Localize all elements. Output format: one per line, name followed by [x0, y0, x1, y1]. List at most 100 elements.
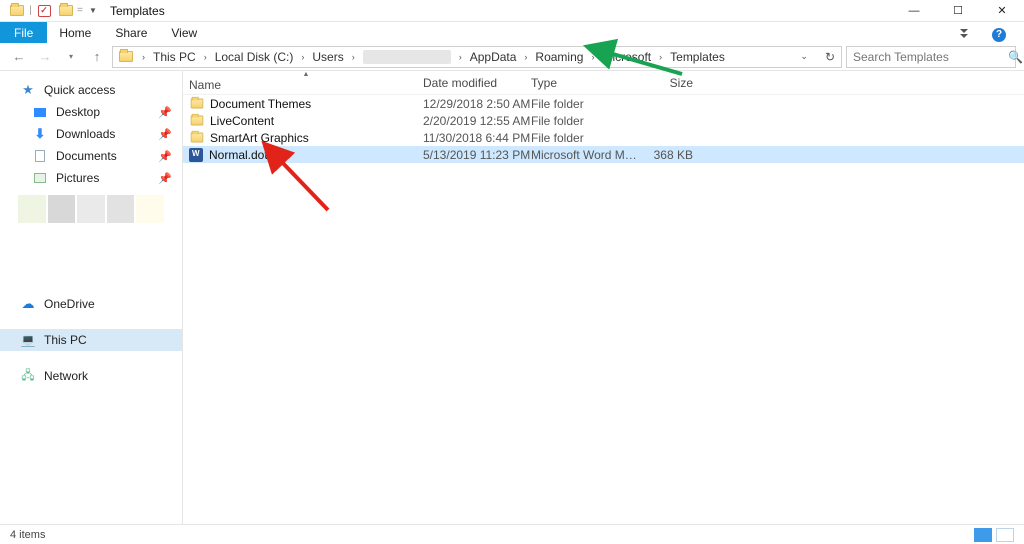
star-icon: ★ [22, 82, 34, 98]
file-row[interactable]: LiveContent2/20/2019 12:55 AMFile folder [183, 112, 1024, 129]
folder-icon [189, 97, 204, 110]
sidebar-item-label: Network [44, 369, 88, 383]
file-type: File folder [531, 131, 639, 145]
status-count: 4 items [10, 529, 45, 541]
sidebar-item-label: Desktop [56, 105, 100, 119]
maximize-button[interactable]: ☐ [936, 0, 980, 22]
file-date: 5/13/2019 11:23 PM [423, 148, 531, 162]
sidebar-pictures[interactable]: Pictures 📌 [0, 167, 182, 189]
crumb-roaming[interactable]: Roaming [530, 47, 588, 67]
back-button[interactable]: ← [8, 46, 30, 68]
recent-locations-icon[interactable]: ▾ [60, 46, 82, 68]
search-icon[interactable]: 🔍 [1008, 50, 1023, 64]
view-large-icons-button[interactable] [996, 528, 1014, 542]
quick-access-toolbar: | ✓ = ▼ [0, 5, 104, 17]
word-icon [189, 148, 203, 162]
titlebar: | ✓ = ▼ Templates — ☐ ✕ [0, 0, 1024, 22]
chevron-right-icon[interactable]: › [139, 47, 148, 67]
forward-button[interactable]: → [34, 46, 56, 68]
address-folder-icon[interactable] [113, 47, 139, 67]
sidebar-quick-access[interactable]: ★ Quick access [0, 79, 182, 101]
address-bar[interactable]: › This PC › Local Disk (C:) › Users › › … [112, 46, 842, 68]
sidebar-item-label: Quick access [44, 83, 115, 97]
chevron-right-icon[interactable]: › [349, 47, 358, 67]
sidebar-downloads[interactable]: ⬇ Downloads 📌 [0, 123, 182, 145]
crumb-this-pc[interactable]: This PC [148, 47, 201, 67]
col-date[interactable]: Date modified [423, 76, 531, 90]
crumb-appdata[interactable]: AppData [465, 47, 522, 67]
folder-icon[interactable] [6, 5, 28, 16]
crumb-users[interactable]: Users [307, 47, 348, 67]
minimize-button[interactable]: — [892, 0, 936, 22]
chevron-right-icon[interactable]: › [656, 47, 665, 67]
help-icon[interactable]: ? [992, 28, 1006, 42]
sidebar-this-pc[interactable]: 💻 This PC [0, 329, 182, 351]
column-headers: ▲ Name Date modified Type Size [183, 71, 1024, 95]
chevron-right-icon[interactable]: › [201, 47, 210, 67]
col-size[interactable]: Size [639, 76, 701, 90]
file-rows: Document Themes12/29/2018 2:50 AMFile fo… [183, 95, 1024, 163]
col-name-label: Name [189, 78, 221, 92]
up-button[interactable]: ↑ [86, 46, 108, 68]
view-details-button[interactable] [974, 528, 992, 542]
chevron-right-icon[interactable]: › [588, 47, 597, 67]
chevron-right-icon[interactable]: › [456, 47, 465, 67]
qa-dropdown-icon[interactable]: ▼ [82, 6, 104, 15]
thumbnail[interactable] [48, 195, 76, 223]
file-row[interactable]: SmartArt Graphics 11/30/2018 6:44 PMFile … [183, 129, 1024, 146]
sidebar-documents[interactable]: Documents 📌 [0, 145, 182, 167]
tab-home[interactable]: Home [47, 22, 103, 43]
pin-icon: 📌 [158, 106, 172, 119]
thumbnail[interactable] [77, 195, 105, 223]
crumb-user-redacted[interactable] [358, 47, 456, 67]
thumbnail[interactable] [18, 195, 46, 223]
file-type: File folder [531, 97, 639, 111]
refresh-icon[interactable]: ↻ [825, 50, 835, 64]
crumb-templates[interactable]: Templates [665, 47, 730, 67]
file-type: Microsoft Word Macr... [531, 148, 639, 162]
chevron-right-icon[interactable]: › [298, 47, 307, 67]
crumb-local-disk[interactable]: Local Disk (C:) [210, 47, 299, 67]
tab-share[interactable]: Share [103, 22, 159, 43]
file-date: 12/29/2018 2:50 AM [423, 97, 531, 111]
file-date: 2/20/2019 12:55 AM [423, 114, 531, 128]
sidebar-desktop[interactable]: Desktop 📌 [0, 101, 182, 123]
sidebar-item-label: Pictures [56, 171, 99, 185]
file-type: File folder [531, 114, 639, 128]
folder-icon [189, 114, 204, 127]
sidebar-onedrive[interactable]: ☁ OneDrive [0, 293, 182, 315]
navigation-bar: ← → ▾ ↑ › This PC › Local Disk (C:) › Us… [0, 43, 1024, 71]
open-folder-icon[interactable] [55, 5, 77, 16]
downloads-icon: ⬇ [35, 126, 46, 142]
pictures-icon [34, 173, 46, 183]
close-button[interactable]: ✕ [980, 0, 1024, 22]
network-icon: 🖧 [21, 366, 34, 387]
ribbon-collapse-icon[interactable] [942, 22, 986, 44]
tab-file[interactable]: File [0, 22, 47, 43]
col-type[interactable]: Type [531, 76, 639, 90]
search-box[interactable]: 🔍 [846, 46, 1016, 68]
file-row[interactable]: Document Themes 12/29/2018 2:50 AMFile fo… [183, 95, 1024, 112]
search-input[interactable] [853, 50, 1008, 64]
address-dropdown-icon[interactable]: ⌄ [800, 51, 808, 62]
sidebar-network[interactable]: 🖧 Network [0, 365, 182, 387]
pc-icon: 💻 [21, 333, 36, 347]
col-name[interactable]: ▲ Name [189, 73, 423, 92]
thumbnail[interactable] [107, 195, 135, 223]
ribbon-tabs: File Home Share View ? [0, 22, 1024, 43]
file-name: Document Themes [210, 97, 311, 111]
pin-icon: 📌 [158, 172, 172, 185]
file-date: 11/30/2018 6:44 PM [423, 131, 531, 145]
file-name: SmartArt Graphics [210, 131, 309, 145]
file-row[interactable]: Normal.dotm5/13/2019 11:23 PMMicrosoft W… [183, 146, 1024, 163]
recent-thumbnails [0, 189, 182, 237]
navigation-pane: ★ Quick access Desktop 📌 ⬇ Downloads 📌 D… [0, 71, 183, 524]
desktop-icon [34, 108, 46, 117]
sidebar-item-label: Downloads [56, 127, 115, 141]
crumb-microsoft[interactable]: Microsoft [597, 47, 656, 67]
properties-icon[interactable]: ✓ [33, 5, 55, 17]
chevron-right-icon[interactable]: › [521, 47, 530, 67]
status-bar: 4 items [0, 524, 1024, 544]
thumbnail[interactable] [136, 195, 164, 223]
tab-view[interactable]: View [159, 22, 209, 43]
